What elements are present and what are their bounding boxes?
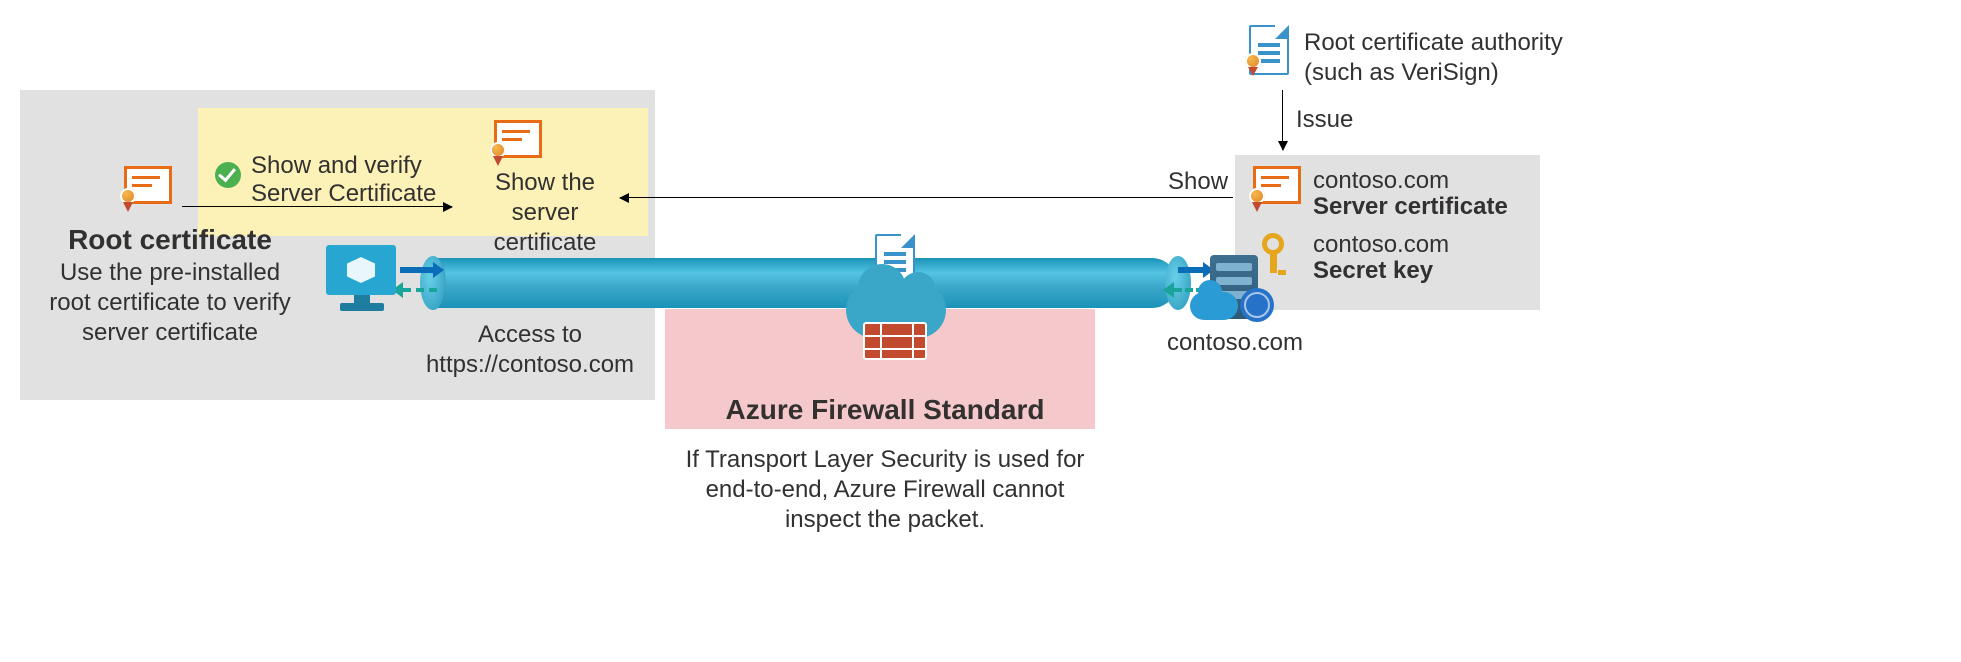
issue-arrow xyxy=(1282,90,1283,150)
firewall-title: Azure Firewall Standard xyxy=(700,392,1070,427)
root-cert-desc: Use the pre-installed root certificate t… xyxy=(35,258,305,348)
verify-text-line1: Show and verify xyxy=(251,151,422,181)
secret-key-label: Secret key xyxy=(1313,256,1433,286)
show-arrow-label: Show xyxy=(1168,167,1228,197)
access-label: Access to https://contoso.com xyxy=(415,320,645,380)
root-ca-label: Root certificate authority (such as Veri… xyxy=(1304,28,1563,88)
show-arrow xyxy=(620,197,1233,198)
key-icon xyxy=(1258,233,1288,277)
tls-tunnel-pipe xyxy=(432,258,1177,308)
root-cert-title: Root certificate xyxy=(60,222,280,257)
issue-label: Issue xyxy=(1296,105,1353,135)
response-arrow-out-left xyxy=(403,288,437,292)
checkmark-icon xyxy=(215,162,241,193)
request-arrow-out-right xyxy=(1178,267,1204,273)
globe-icon xyxy=(1240,288,1274,322)
server-cert-label: Server certificate xyxy=(1313,192,1508,222)
verify-arrow xyxy=(182,206,452,207)
server-domain-label: contoso.com xyxy=(1160,328,1310,358)
firewall-note: If Transport Layer Security is used for … xyxy=(680,445,1090,535)
server-cert-icon xyxy=(1249,166,1304,208)
client-monitor-icon xyxy=(326,245,398,315)
verify-text-line2: Server Certificate xyxy=(251,179,436,209)
firewall-bricks-icon xyxy=(863,322,927,360)
shown-cert-icon xyxy=(490,120,545,162)
request-arrow-in xyxy=(400,267,434,273)
show-server-label: Show the server certificate xyxy=(460,168,630,258)
server-cloud-icon xyxy=(1190,292,1238,320)
root-cert-icon xyxy=(120,166,175,208)
